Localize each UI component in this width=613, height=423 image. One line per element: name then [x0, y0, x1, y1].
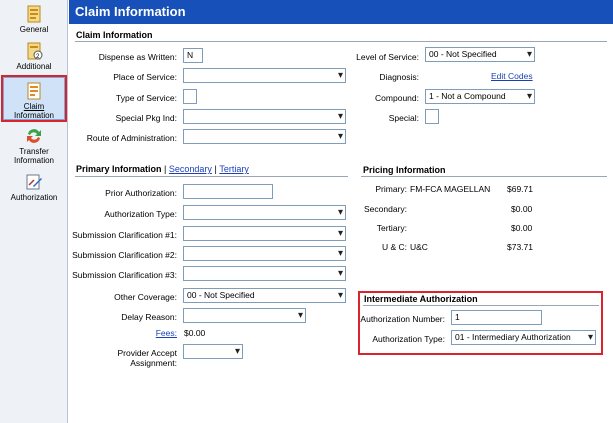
pricing-section-header: Pricing Information: [363, 165, 446, 175]
authorization-type-label: Authorization Type:: [104, 209, 177, 219]
provider-accept-label: Provider Accept Assignment:: [117, 348, 177, 368]
sidebar-item-transfer-information[interactable]: Transfer Information: [2, 126, 66, 166]
sidebar-item-label: Transfer: [19, 147, 49, 156]
claim-info-icon: [27, 82, 41, 100]
page-title: Claim Information: [69, 0, 613, 24]
section-divider: [363, 305, 599, 306]
edit-codes-link-text[interactable]: Edit Codes: [491, 71, 533, 81]
intermediate-authorization-type-select[interactable]: 01 - Intermediary Authorization: [451, 330, 596, 345]
prior-authorization-input[interactable]: [183, 184, 273, 199]
sidebar-item-claim-information[interactable]: Claim Information: [1, 75, 67, 122]
intermediate-authorization-type-label: Authorization Type:: [372, 334, 445, 344]
fees-value: $0.00: [184, 328, 206, 338]
tab-primary-information[interactable]: Primary Information: [76, 164, 162, 174]
edit-codes-link[interactable]: Edit Codes: [491, 71, 533, 81]
compound-select[interactable]: 1 - Not a Compound: [425, 89, 535, 104]
special-input[interactable]: [425, 109, 439, 124]
pricing-primary-amount: $69.71: [507, 184, 533, 194]
provider-accept-select[interactable]: [183, 344, 243, 359]
sidebar-item-label: Additional: [16, 62, 52, 71]
sidebar-item-additional[interactable]: 2 Additional: [2, 41, 66, 75]
dispense-as-written-input[interactable]: N: [183, 48, 203, 63]
special-pkg-label: Special Pkg Ind:: [115, 113, 177, 123]
pricing-uc-amount: $73.71: [507, 242, 533, 252]
pricing-tertiary-label: Tertiary:: [376, 223, 407, 233]
general-icon: [27, 5, 41, 23]
delay-reason-select[interactable]: [183, 308, 306, 323]
diagnosis-label: Diagnosis:: [379, 72, 419, 82]
level-of-service-label: Level of Service:: [356, 52, 419, 62]
sidebar-item-label: Claim: [23, 102, 45, 111]
sidebar-item-label: Authorization: [10, 193, 58, 202]
pricing-uc-name: U&C: [410, 242, 428, 252]
level-of-service-select[interactable]: 00 - Not Specified: [425, 47, 535, 62]
special-label: Special:: [388, 113, 419, 123]
submission-clarification-2-label: Submission Clarification #2:: [72, 250, 177, 260]
place-of-service-label: Place of Service:: [113, 72, 177, 82]
type-of-service-input[interactable]: [183, 89, 197, 104]
route-label: Route of Administration:: [86, 133, 177, 143]
fees-link-wrap[interactable]: Fees:: [69, 328, 177, 338]
authorization-number-input[interactable]: 1: [451, 310, 542, 325]
pricing-secondary-amount: $0.00: [511, 204, 533, 214]
tab-secondary[interactable]: Secondary: [169, 164, 212, 174]
authorization-type-select[interactable]: [183, 205, 346, 220]
tab-separator: |: [214, 164, 217, 174]
main-content: Claim Information Dispense as Written: N…: [69, 24, 613, 423]
submission-clarification-1-select[interactable]: [183, 226, 346, 241]
authorization-icon: [26, 174, 42, 190]
section-divider: [75, 176, 348, 177]
sidebar-item-label: Information: [13, 156, 55, 165]
prior-authorization-label: Prior Authorization:: [105, 188, 177, 198]
primary-tabs: Primary Information | Secondary | Tertia…: [76, 164, 249, 174]
pricing-uc-label: U & C:: [381, 242, 407, 252]
transfer-icon: [27, 129, 41, 143]
tab-separator: |: [164, 164, 167, 174]
special-pkg-select[interactable]: [183, 109, 346, 124]
type-of-service-label: Type of Service:: [116, 93, 177, 103]
submission-clarification-3-select[interactable]: [183, 266, 346, 281]
sidebar: General 2 Additional Claim Information T…: [0, 0, 68, 423]
sidebar-item-label: Information: [13, 111, 55, 120]
claim-section-header: Claim Information: [76, 30, 153, 40]
authorization-number-label: Authorization Number:: [360, 314, 445, 324]
delay-reason-label: Delay Reason:: [121, 312, 177, 322]
intermediate-section-header: Intermediate Authorization: [364, 294, 478, 304]
sidebar-item-authorization[interactable]: Authorization: [2, 172, 66, 206]
submission-clarification-2-select[interactable]: [183, 246, 346, 261]
section-divider: [361, 176, 607, 177]
sidebar-item-label: General: [19, 25, 49, 34]
section-divider: [75, 41, 607, 42]
sidebar-item-general[interactable]: General: [2, 4, 66, 38]
route-select[interactable]: [183, 129, 346, 144]
pricing-primary-label: Primary:: [375, 184, 407, 194]
submission-clarification-3-label: Submission Clarification #3:: [72, 270, 177, 280]
other-coverage-select[interactable]: 00 - Not Specified: [183, 288, 346, 303]
submission-clarification-1-label: Submission Clarification #1:: [72, 230, 177, 240]
pricing-secondary-label: Secondary:: [364, 204, 407, 214]
pricing-primary-name: FM-FCA MAGELLAN: [410, 184, 491, 194]
pricing-tertiary-amount: $0.00: [511, 223, 533, 233]
compound-label: Compound:: [375, 93, 419, 103]
other-coverage-label: Other Coverage:: [114, 292, 177, 302]
place-of-service-select[interactable]: [183, 68, 346, 83]
tab-tertiary[interactable]: Tertiary: [219, 164, 249, 174]
additional-icon: 2: [27, 42, 43, 60]
fees-link[interactable]: Fees:: [156, 328, 177, 338]
dispense-label: Dispense as Written:: [98, 52, 177, 62]
